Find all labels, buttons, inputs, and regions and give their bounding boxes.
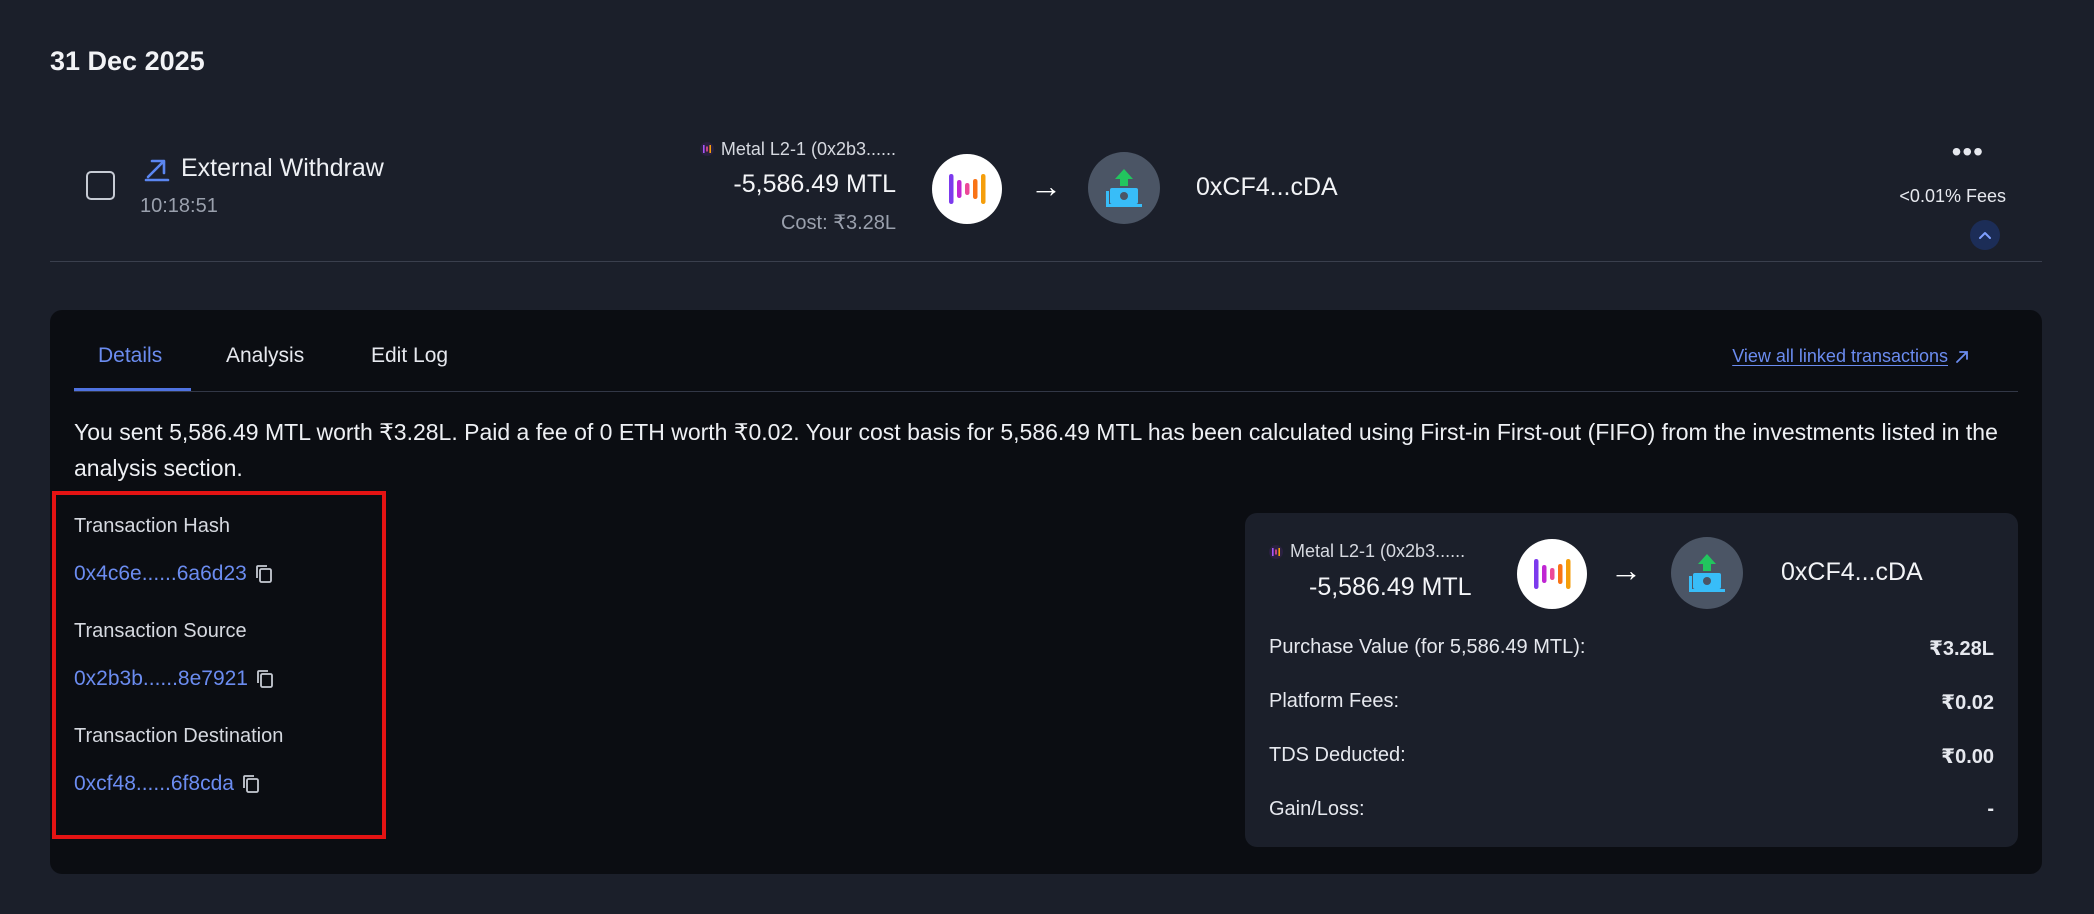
withdraw-wallet-icon xyxy=(1671,537,1743,609)
arrow-right-icon: → xyxy=(1030,168,1062,204)
tds-deducted-value: ₹0.00 xyxy=(1941,746,1994,768)
transaction-source-label: Transaction Source xyxy=(74,620,247,642)
metal-token-mini-icon xyxy=(699,142,714,156)
purchase-value-label: Purchase Value (for 5,586.49 MTL): xyxy=(1269,636,1586,658)
asset-name: Metal L2-1 (0x2b3...... xyxy=(720,138,896,159)
withdraw-wallet-icon xyxy=(1088,152,1160,224)
transaction-source-link[interactable]: 0x2b3b......8e7921 xyxy=(74,667,274,691)
card-asset-line: Metal L2-1 (0x2b3...... xyxy=(1269,541,1465,562)
fees-label: <0.01% Fees xyxy=(1899,186,2006,206)
platform-fees-value: ₹0.02 xyxy=(1941,692,1994,714)
transaction-destination-link[interactable]: 0xcf48......6f8cda xyxy=(74,772,260,796)
collapse-button[interactable] xyxy=(1970,220,2000,250)
card-asset-name: Metal L2-1 (0x2b3...... xyxy=(1290,541,1466,561)
active-tab-indicator xyxy=(74,388,191,391)
transaction-hash-label: Transaction Hash xyxy=(74,515,230,537)
metal-token-icon xyxy=(1517,539,1587,609)
transaction-destination-value[interactable]: 0xcf48......6f8cda xyxy=(74,772,234,796)
chevron-up-icon xyxy=(1979,232,1991,239)
details-panel: Details Analysis Edit Log View all linke… xyxy=(50,310,2042,874)
arrow-up-right-icon xyxy=(144,159,170,182)
view-linked-transactions-link[interactable]: View all linked transactions xyxy=(1732,346,1970,367)
date-heading: 31 Dec 2025 xyxy=(50,46,205,76)
transaction-summary-card: Metal L2-1 (0x2b3...... -5,586.49 MTL → xyxy=(1245,513,2018,847)
card-destination-address: 0xCF4...cDA xyxy=(1781,558,1923,586)
transaction-hash-value[interactable]: 0x4c6e......6a6d23 xyxy=(74,562,247,586)
tab-bar: Details Analysis Edit Log View all linke… xyxy=(74,310,2018,392)
transaction-cost: Cost: ₹3.28L xyxy=(780,212,896,234)
asset-line: Metal L2-1 (0x2b3...... xyxy=(699,138,896,160)
metal-token-mini-icon xyxy=(1269,544,1283,559)
gain-loss-value: - xyxy=(1987,798,1994,820)
platform-fees-label: Platform Fees: xyxy=(1269,690,1400,712)
copy-icon[interactable] xyxy=(242,774,260,794)
tab-details[interactable]: Details xyxy=(98,344,162,368)
metal-token-icon xyxy=(932,154,1002,224)
arrow-right-icon: → xyxy=(1610,552,1642,588)
destination-address: 0xCF4...cDA xyxy=(1196,173,1338,201)
tab-analysis[interactable]: Analysis xyxy=(226,344,304,368)
transaction-summary: You sent 5,586.49 MTL worth ₹3.28L. Paid… xyxy=(74,419,1998,481)
transaction-time: 10:18:51 xyxy=(140,195,218,217)
transaction-destination-label: Transaction Destination xyxy=(74,725,284,747)
external-link-icon xyxy=(1956,350,1968,363)
transaction-amount: -5,586.49 MTL xyxy=(733,170,896,198)
select-checkbox[interactable] xyxy=(86,171,115,200)
tab-edit-log[interactable]: Edit Log xyxy=(371,344,448,368)
card-amount: -5,586.49 MTL xyxy=(1309,573,1472,601)
copy-icon[interactable] xyxy=(256,669,274,689)
gain-loss-label: Gain/Loss: xyxy=(1269,798,1365,820)
linked-link-label: View all linked transactions xyxy=(1732,346,1948,366)
copy-icon[interactable] xyxy=(255,564,273,584)
transaction-hash-link[interactable]: 0x4c6e......6a6d23 xyxy=(74,562,273,586)
transaction-type: External Withdraw xyxy=(181,154,384,182)
more-icon[interactable]: ••• xyxy=(1952,138,1984,166)
page: 31 Dec 2025 External Withdraw 10:18:51 M… xyxy=(0,0,2094,914)
row-divider xyxy=(50,261,2042,262)
tds-deducted-label: TDS Deducted: xyxy=(1269,744,1406,766)
transaction-source-value[interactable]: 0x2b3b......8e7921 xyxy=(74,667,248,691)
purchase-value: ₹3.28L xyxy=(1928,638,1994,660)
transaction-row[interactable]: External Withdraw 10:18:51 Metal L2-1 (0… xyxy=(50,120,2042,262)
